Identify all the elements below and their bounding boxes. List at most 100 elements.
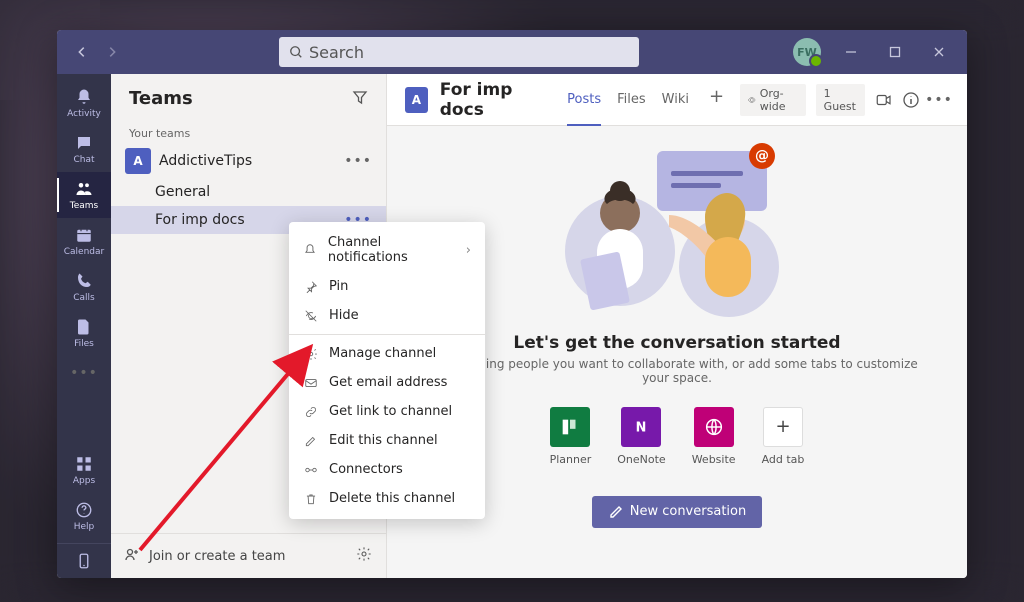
- tile-label: Planner: [550, 453, 592, 466]
- menu-hide[interactable]: Hide: [289, 301, 485, 330]
- rail-label: Activity: [67, 109, 101, 119]
- menu-get-link[interactable]: Get link to channel: [289, 397, 485, 426]
- channel-avatar: A: [405, 87, 428, 113]
- menu-manage-channel[interactable]: Manage channel: [289, 339, 485, 368]
- channel-more-button[interactable]: •••: [929, 90, 949, 110]
- hero-illustration: @: [547, 147, 807, 317]
- rail-activity[interactable]: Activity: [57, 80, 111, 126]
- apps-icon: [74, 454, 94, 474]
- tile-label: Website: [692, 453, 736, 466]
- teams-window: Search FW Activity Chat Teams Calendar C…: [57, 30, 967, 578]
- rail-share-screen[interactable]: [57, 543, 111, 578]
- close-button[interactable]: [925, 38, 953, 66]
- trash-icon: [303, 492, 319, 506]
- rail-files[interactable]: Files: [57, 310, 111, 356]
- plus-icon: +: [763, 407, 803, 447]
- link-icon: [303, 405, 319, 419]
- calendar-icon: [74, 225, 94, 245]
- nav-back-button[interactable]: [69, 39, 95, 65]
- menu-edit-channel[interactable]: Edit this channel: [289, 426, 485, 455]
- rail-label: Calendar: [64, 247, 104, 257]
- svg-text:N: N: [636, 420, 647, 435]
- tab-files[interactable]: Files: [617, 86, 646, 113]
- menu-delete-channel[interactable]: Delete this channel: [289, 484, 485, 513]
- search-placeholder: Search: [309, 43, 364, 62]
- nav-forward-button[interactable]: [99, 39, 125, 65]
- channel-context-menu: Channel notifications› Pin Hide Manage c…: [289, 222, 485, 519]
- gear-icon: [303, 347, 319, 361]
- menu-connectors[interactable]: Connectors: [289, 455, 485, 484]
- hide-icon: [303, 309, 319, 323]
- rail-chat[interactable]: Chat: [57, 126, 111, 172]
- add-tab-button[interactable]: +: [705, 86, 728, 113]
- teams-icon: [74, 179, 94, 199]
- pane-title: Teams: [129, 88, 193, 109]
- planner-icon: [550, 407, 590, 447]
- bell-icon: [74, 87, 94, 107]
- at-icon: @: [751, 145, 773, 167]
- menu-channel-notifications[interactable]: Channel notifications›: [289, 228, 485, 272]
- rail-label: Chat: [73, 155, 94, 165]
- mail-icon: [303, 376, 319, 390]
- rail-label: Files: [74, 339, 94, 349]
- globe-icon: [694, 407, 734, 447]
- rail-calendar[interactable]: Calendar: [57, 218, 111, 264]
- chat-icon: [74, 133, 94, 153]
- rail-calls[interactable]: Calls: [57, 264, 111, 310]
- settings-button[interactable]: [356, 546, 372, 566]
- tile-website[interactable]: Website: [692, 407, 736, 466]
- eye-icon: [748, 95, 756, 105]
- menu-pin[interactable]: Pin: [289, 272, 485, 301]
- rail-teams[interactable]: Teams: [57, 172, 111, 218]
- rail-label: Apps: [73, 476, 95, 486]
- help-icon: [74, 500, 94, 520]
- join-team-link[interactable]: Join or create a team: [149, 549, 348, 564]
- tab-posts[interactable]: Posts: [567, 86, 601, 113]
- tile-label: Add tab: [762, 453, 805, 466]
- more-icon: •••: [74, 363, 94, 383]
- new-conversation-button[interactable]: New conversation: [592, 496, 763, 528]
- tile-onenote[interactable]: N OneNote: [617, 407, 665, 466]
- pencil-icon: [303, 434, 319, 448]
- rail-help[interactable]: Help: [57, 493, 111, 539]
- menu-get-email[interactable]: Get email address: [289, 368, 485, 397]
- file-icon: [74, 317, 94, 337]
- meet-button[interactable]: [875, 90, 893, 110]
- hero-subtitle: mentioning people you want to collaborat…: [427, 357, 927, 385]
- search-input[interactable]: Search: [279, 37, 639, 67]
- hero-title: Let's get the conversation started: [513, 333, 840, 353]
- rail-more[interactable]: •••: [57, 356, 111, 390]
- app-rail: Activity Chat Teams Calendar Calls Files…: [57, 74, 111, 578]
- channel-title: For imp docs: [440, 80, 547, 120]
- rail-label: Calls: [73, 293, 95, 303]
- visibility-pill[interactable]: Org-wide: [740, 84, 806, 116]
- channel-general[interactable]: General: [111, 178, 386, 206]
- phone-icon: [74, 271, 94, 291]
- minimize-button[interactable]: [837, 38, 865, 66]
- team-row[interactable]: A AddictiveTips •••: [111, 144, 386, 178]
- tile-label: OneNote: [617, 453, 665, 466]
- device-icon: [74, 551, 94, 571]
- search-icon: [289, 45, 303, 59]
- pin-icon: [303, 280, 319, 294]
- team-name: AddictiveTips: [159, 153, 336, 169]
- info-button[interactable]: [903, 90, 919, 110]
- team-avatar: A: [125, 148, 151, 174]
- user-avatar[interactable]: FW: [793, 38, 821, 66]
- guest-pill[interactable]: 1 Guest: [816, 84, 865, 116]
- rail-label: Help: [74, 522, 95, 532]
- team-more-button[interactable]: •••: [344, 153, 372, 169]
- tab-wiki[interactable]: Wiki: [662, 86, 689, 113]
- rail-apps[interactable]: Apps: [57, 447, 111, 493]
- channel-name: General: [155, 184, 372, 200]
- channel-header: A For imp docs Posts Files Wiki + Org-wi…: [387, 74, 967, 126]
- rail-label: Teams: [70, 201, 98, 211]
- chevron-right-icon: ›: [466, 243, 471, 258]
- tile-add[interactable]: + Add tab: [762, 407, 805, 466]
- join-team-icon: [125, 546, 141, 566]
- filter-button[interactable]: [352, 89, 368, 109]
- compose-icon: [608, 504, 624, 520]
- tile-planner[interactable]: Planner: [550, 407, 592, 466]
- onenote-icon: N: [621, 407, 661, 447]
- maximize-button[interactable]: [881, 38, 909, 66]
